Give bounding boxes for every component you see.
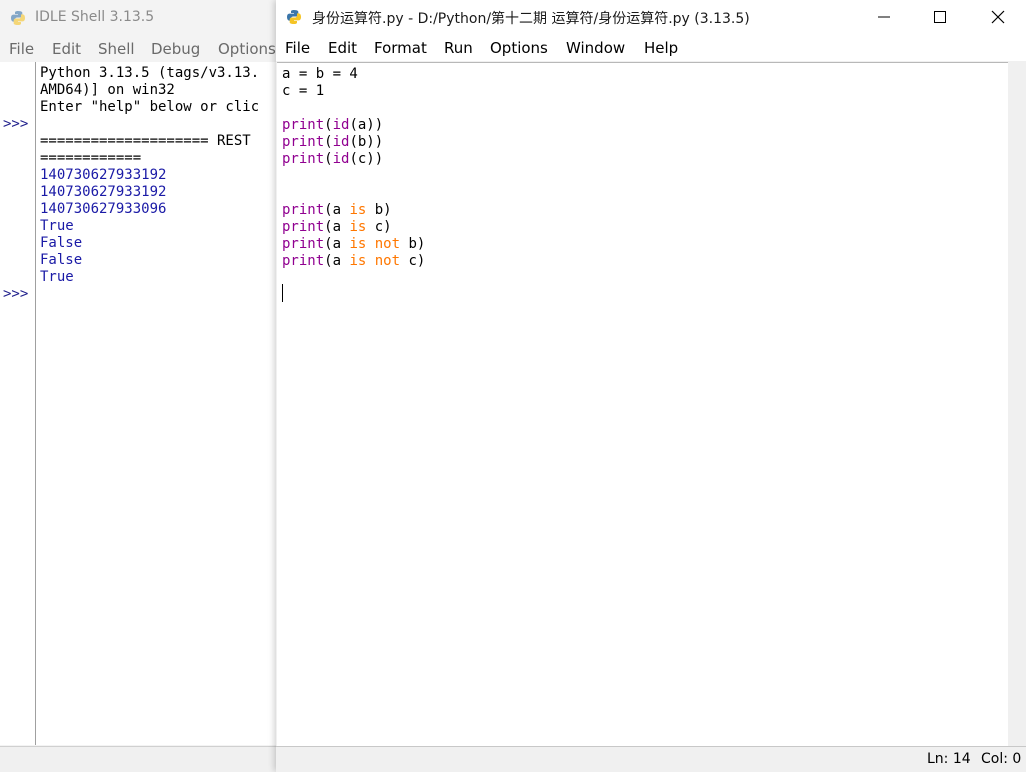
keyword-is: is	[349, 236, 367, 252]
menu-edit[interactable]: Edit	[328, 39, 357, 57]
shell-prompt: >>>	[3, 116, 29, 132]
shell-title-bar[interactable]: IDLE Shell 3.13.5	[0, 0, 290, 36]
builtin-print: print	[282, 236, 325, 252]
builtin-id: id	[332, 151, 350, 167]
close-button[interactable]	[970, 0, 1026, 34]
code-line: print(id(c))	[282, 151, 384, 167]
builtin-id: id	[332, 134, 350, 150]
menu-window[interactable]: Window	[566, 39, 625, 57]
shell-line: AMD64)] on win32	[40, 82, 175, 98]
editor-status-bar: Ln: 14 Col: 0	[276, 746, 1026, 772]
maximize-icon	[934, 11, 946, 23]
code-line: print(a is not c)	[282, 253, 426, 269]
shell-output-area[interactable]: Python 3.13.5 (tags/v3.13. AMD64)] on wi…	[36, 62, 290, 745]
menu-run[interactable]: Run	[444, 39, 473, 57]
shell-line: Python 3.13.5 (tags/v3.13.	[40, 65, 260, 81]
code-line: c = 1	[282, 83, 325, 99]
shell-restart-banner: ==================== REST	[40, 133, 251, 149]
keyword-not: not	[374, 236, 401, 252]
shell-output-line: True	[40, 218, 74, 234]
builtin-print: print	[282, 219, 325, 235]
keyword-is: is	[349, 202, 367, 218]
builtin-print: print	[282, 134, 325, 150]
builtin-print: print	[282, 117, 325, 133]
shell-menu-file[interactable]: File	[9, 40, 34, 58]
shell-window[interactable]: IDLE Shell 3.13.5 File Edit Shell Debug …	[0, 0, 290, 772]
shell-output-line: True	[40, 269, 74, 285]
status-column-number: Col: 0	[981, 751, 1022, 767]
shell-menu-edit[interactable]: Edit	[52, 40, 81, 58]
editor-window[interactable]: 身份运算符.py - D:/Python/第十二期 运算符/身份运算符.py (…	[276, 0, 1026, 772]
menu-options[interactable]: Options	[490, 39, 548, 57]
shell-output-line: 140730627933096	[40, 201, 167, 217]
status-line-number: Ln: 14	[927, 751, 971, 767]
shell-output-line: False	[40, 235, 83, 251]
shell-menu-shell[interactable]: Shell	[98, 40, 135, 58]
shell-line: Enter "help" below or clic	[40, 99, 260, 115]
minimize-icon	[878, 16, 890, 18]
menu-help[interactable]: Help	[644, 39, 678, 57]
builtin-print: print	[282, 202, 325, 218]
shell-menu-options[interactable]: Options	[218, 40, 276, 58]
minimize-button[interactable]	[856, 0, 912, 34]
menu-file[interactable]: File	[285, 39, 310, 57]
shell-output-line: 140730627933192	[40, 184, 167, 200]
builtin-id: id	[332, 117, 350, 133]
shell-status-bar	[0, 746, 290, 772]
code-line: print(id(b))	[282, 134, 384, 150]
shell-output-line: 140730627933192	[40, 167, 167, 183]
shell-prompt: >>>	[3, 286, 29, 302]
code-line: print(a is b)	[282, 202, 392, 218]
shell-window-title: IDLE Shell 3.13.5	[35, 9, 155, 25]
python-logo-icon	[287, 10, 301, 24]
keyword-is: is	[349, 253, 367, 269]
menu-format[interactable]: Format	[374, 39, 427, 57]
shell-prompt-gutter: >>> >>>	[0, 62, 36, 745]
maximize-button[interactable]	[912, 0, 968, 34]
shell-menu-bar: File Edit Shell Debug Options	[0, 37, 290, 61]
code-line: a = b = 4	[282, 66, 358, 82]
shell-menu-debug[interactable]: Debug	[151, 40, 200, 58]
editor-title-bar[interactable]: 身份运算符.py - D:/Python/第十二期 运算符/身份运算符.py (…	[276, 0, 1026, 36]
text-cursor	[282, 284, 283, 302]
close-icon	[991, 10, 1005, 24]
builtin-print: print	[282, 151, 325, 167]
code-line: print(a is not b)	[282, 236, 426, 252]
keyword-not: not	[374, 253, 401, 269]
vertical-scrollbar[interactable]	[1009, 62, 1026, 745]
code-line: print(a is c)	[282, 219, 392, 235]
python-logo-icon	[11, 11, 25, 25]
editor-window-title: 身份运算符.py - D:/Python/第十二期 运算符/身份运算符.py (…	[312, 11, 750, 27]
keyword-is: is	[349, 219, 367, 235]
code-line: print(id(a))	[282, 117, 384, 133]
code-editor[interactable]: a = b = 4 c = 1 print(id(a)) print(id(b)…	[277, 62, 1008, 746]
shell-output-line: False	[40, 252, 83, 268]
editor-menu-bar: File Edit Format Run Options Window Help	[276, 36, 1026, 61]
shell-restart-banner: ============	[40, 150, 142, 166]
builtin-print: print	[282, 253, 325, 269]
